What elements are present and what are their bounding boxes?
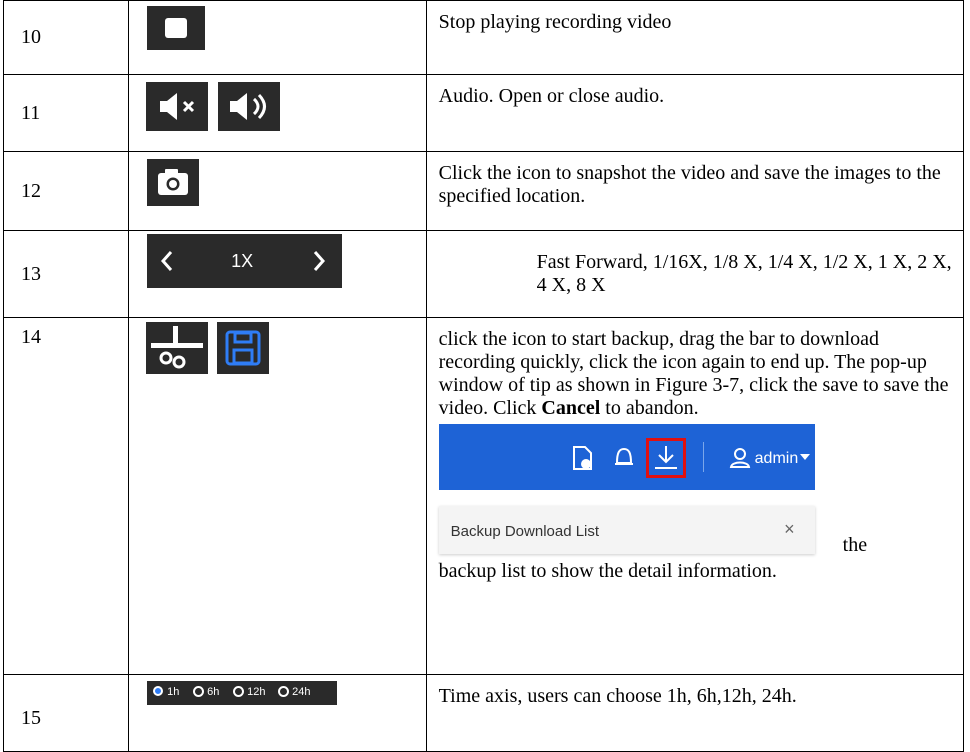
row-description: Audio. Open or close audio. <box>425 74 965 152</box>
row-description: Stop playing recording video <box>425 0 965 75</box>
stop-button[interactable] <box>147 6 206 50</box>
download-icon <box>654 446 677 469</box>
table-row: 14 click the icon to start backup, drag … <box>2 317 965 675</box>
clip-button[interactable] <box>146 322 209 374</box>
camera-icon <box>158 169 189 195</box>
icon-cell <box>128 0 427 75</box>
time-axis-options: 1h 6h 12h 24h <box>147 681 338 705</box>
icon-cell: 1h 6h 12h 24h <box>128 674 427 752</box>
manual-table: 10 Stop playing recording video 11 Audio… <box>2 0 965 752</box>
row-description: Click the icon to snapshot the video and… <box>425 151 965 231</box>
table-row: 13 1X Fast Forward, 1/16X, 1/8 X, 1/4 X,… <box>2 230 965 318</box>
panel-title: Backup Download List <box>450 523 600 540</box>
chevron-left-icon[interactable] <box>161 251 173 271</box>
tail-text: the <box>842 534 868 556</box>
backup-list-area: Backup Download List × the <box>438 490 957 568</box>
row-number: 14 <box>2 317 130 675</box>
backup-list-panel: Backup Download List × <box>438 506 815 554</box>
table-row: 11 Audio. Open or close audio. <box>2 74 965 152</box>
table-row: 12 Click the icon to snapshot the video … <box>2 151 965 231</box>
user-name[interactable]: admin <box>755 447 799 470</box>
row-description: click the icon to start backup, drag the… <box>425 317 965 675</box>
user-icon <box>729 448 750 468</box>
row-description: Fast Forward, 1/16X, 1/8 X, 1/4 X, 1/2 X… <box>425 230 965 318</box>
stop-icon <box>165 18 188 38</box>
row-description: Time axis, users can choose 1h, 6h,12h, … <box>425 674 965 752</box>
chevron-right-icon[interactable] <box>313 251 326 271</box>
radio-24h[interactable] <box>278 686 290 697</box>
radio-1h[interactable] <box>153 686 164 696</box>
icon-cell <box>128 317 427 675</box>
speed-value: 1X <box>231 251 254 271</box>
radio-6h[interactable] <box>193 686 205 697</box>
scissors-icon <box>151 326 204 369</box>
row-number: 15 <box>2 674 130 752</box>
radio-12h[interactable] <box>233 686 245 697</box>
icon-cell <box>128 74 427 152</box>
icon-cell: 1X <box>128 230 427 318</box>
snapshot-button[interactable] <box>147 159 200 206</box>
table-row: 15 1h 6h 12h 24h Time axis, users can ch… <box>2 674 965 752</box>
table-row: 10 Stop playing recording video <box>2 0 965 75</box>
row-number: 13 <box>2 230 130 318</box>
bell-icon[interactable] <box>613 445 635 471</box>
save-button[interactable] <box>217 322 270 374</box>
close-icon[interactable]: × <box>784 518 795 541</box>
cancel-text: Cancel <box>541 397 601 419</box>
speaker-on-icon <box>230 93 267 120</box>
speaker-muted-icon <box>160 93 195 120</box>
unmute-button[interactable] <box>218 82 281 131</box>
row-number: 11 <box>2 74 130 152</box>
icon-cell <box>128 151 427 231</box>
mute-button[interactable] <box>146 82 209 131</box>
save-icon <box>225 330 261 366</box>
chevron-down-icon[interactable] <box>799 454 810 460</box>
help-doc-icon[interactable] <box>571 445 595 471</box>
speed-control: 1X <box>147 234 343 288</box>
row-number: 12 <box>2 151 130 231</box>
download-button[interactable] <box>645 438 686 478</box>
app-header-bar: admin <box>438 424 815 490</box>
row-number: 10 <box>2 0 130 75</box>
